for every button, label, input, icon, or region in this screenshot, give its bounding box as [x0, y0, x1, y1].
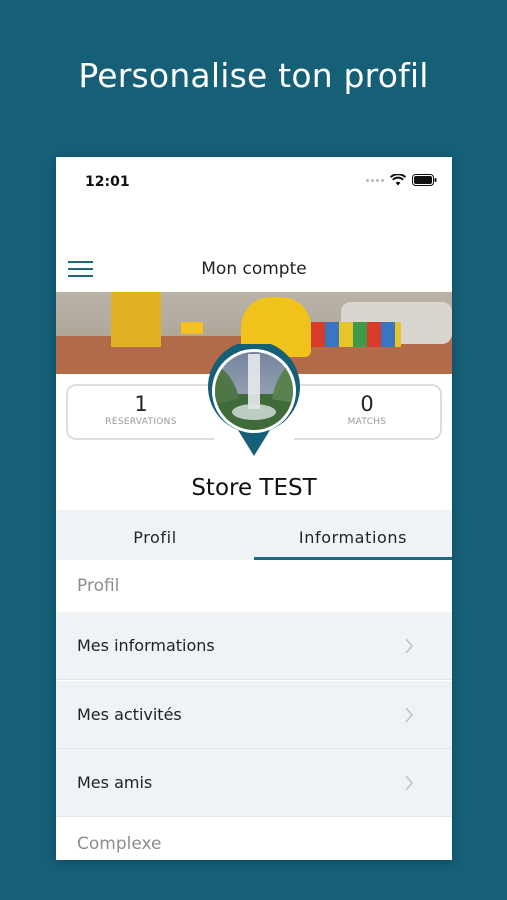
- matchs-stat[interactable]: 0 MATCHS: [294, 384, 442, 440]
- wifi-icon: [390, 174, 406, 186]
- section-header-complexe: Complexe: [56, 818, 452, 860]
- reservations-stat[interactable]: 1 RÉSERVATIONS: [66, 384, 214, 440]
- battery-icon: [412, 174, 437, 186]
- tab-profil[interactable]: Profil: [56, 510, 254, 560]
- app-header: Mon compte: [56, 249, 452, 293]
- promo-title: Personalise ton profil: [78, 56, 429, 95]
- chevron-right-icon: [404, 775, 414, 791]
- chevron-right-icon: [404, 707, 414, 723]
- avatar[interactable]: [204, 344, 304, 459]
- status-bar: 12:01: [56, 157, 452, 207]
- signal-icon: [366, 178, 384, 182]
- list-item-mes-amis[interactable]: Mes amis: [56, 749, 452, 817]
- list-item-label: Mes amis: [77, 773, 153, 792]
- tab-informations[interactable]: Informations: [254, 510, 452, 560]
- reservations-label: RÉSERVATIONS: [105, 417, 177, 427]
- profile-name: Store TEST: [191, 475, 317, 501]
- section-header-profil: Profil: [56, 560, 452, 612]
- phone-screen: 12:01 Mon compte 1 RÉSERVATIONS 0 MATCHS…: [56, 157, 452, 860]
- status-icons: [366, 174, 437, 186]
- matchs-label: MATCHS: [347, 417, 387, 427]
- chevron-right-icon: [404, 638, 414, 654]
- reservations-count: 1: [134, 392, 148, 416]
- page-title: Mon compte: [201, 259, 307, 279]
- list-item-label: Mes activités: [77, 705, 182, 724]
- tab-bar: Profil Informations: [56, 510, 452, 560]
- list-item-label: Mes informations: [77, 636, 215, 655]
- status-time: 12:01: [85, 174, 130, 190]
- matchs-count: 0: [360, 392, 374, 416]
- list-item-mes-activites[interactable]: Mes activités: [56, 681, 452, 749]
- list-item-mes-informations[interactable]: Mes informations: [56, 612, 452, 680]
